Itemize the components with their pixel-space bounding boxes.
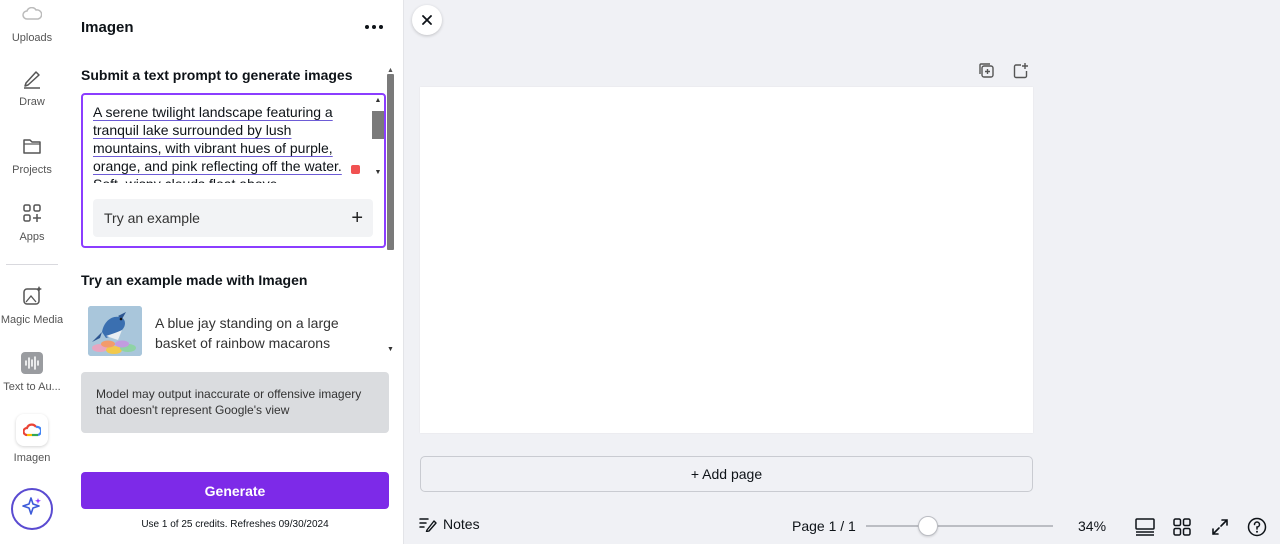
page-view-icon [1135, 518, 1155, 536]
side-navigation-rail: Uploads Draw Projects Apps Magic Media T… [0, 0, 64, 544]
rail-divider [6, 264, 58, 265]
prompt-scroll-up-arrow[interactable]: ▲ [372, 97, 384, 104]
rail-item-imagen[interactable]: Imagen [0, 414, 64, 464]
audio-wave-icon [20, 351, 44, 375]
close-icon [422, 15, 432, 25]
grid-view-icon [1173, 518, 1191, 536]
rail-item-uploads[interactable]: Uploads [0, 2, 64, 44]
fullscreen-icon [1212, 519, 1228, 535]
zoom-percentage[interactable]: 34% [1078, 518, 1106, 534]
notes-button[interactable]: Notes [419, 516, 480, 532]
rail-item-label: Magic Media [0, 314, 64, 326]
panel-title: Imagen [81, 19, 134, 36]
example-thumbnail [88, 306, 142, 356]
try-example-label: Try an example [104, 210, 200, 226]
try-example-button[interactable]: Try an example + [93, 199, 373, 237]
model-disclaimer: Model may output inaccurate or offensive… [81, 372, 389, 433]
prompt-heading: Submit a text prompt to generate images [81, 67, 353, 83]
bottom-toolbar: Notes Page 1 / 1 34% [404, 508, 1280, 544]
imagen-panel: Imagen Submit a text prompt to generate … [64, 0, 404, 544]
example-card[interactable]: A blue jay standing on a large basket of… [88, 306, 378, 358]
rail-item-label: Projects [12, 164, 52, 176]
more-dots-icon [365, 25, 369, 29]
help-icon [1247, 517, 1267, 537]
page-view-button[interactable] [1134, 516, 1156, 538]
prompt-textarea[interactable]: A serene twilight landscape featuring a … [81, 93, 386, 248]
notes-icon [419, 518, 437, 532]
close-panel-button[interactable] [412, 5, 442, 35]
zoom-slider-track[interactable] [866, 525, 1053, 527]
prompt-scroll-down-arrow[interactable]: ▼ [372, 169, 384, 176]
examples-scroll-down-arrow[interactable]: ▼ [387, 346, 394, 353]
prompt-scroll-thumb[interactable] [372, 111, 384, 139]
sparkle-icon [21, 496, 43, 523]
more-options-button[interactable] [362, 16, 386, 38]
notes-label: Notes [443, 516, 480, 532]
rail-item-label: Text to Au... [3, 381, 61, 393]
prompt-scrollbar[interactable]: ▲ ▼ [370, 95, 384, 185]
magic-assistant-button[interactable] [11, 488, 53, 530]
folder-icon [20, 134, 44, 158]
help-button[interactable] [1246, 516, 1268, 538]
rail-item-text-to-audio[interactable]: Text to Au... [0, 351, 64, 393]
grammar-marker [351, 165, 360, 174]
rail-item-projects[interactable]: Projects [0, 134, 64, 176]
rail-item-label: Imagen [13, 452, 51, 464]
plus-icon: + [351, 207, 363, 229]
pen-icon [20, 66, 44, 90]
rail-item-draw[interactable]: Draw [0, 66, 64, 108]
rail-item-label: Uploads [11, 32, 53, 44]
add-page-top-button[interactable] [1011, 61, 1029, 79]
design-page[interactable] [420, 87, 1033, 433]
rail-item-magic-media[interactable]: Magic Media [0, 284, 64, 326]
panel-scrollbar[interactable] [387, 74, 394, 250]
zoom-slider-knob[interactable] [918, 516, 938, 536]
add-page-button[interactable]: + Add page [420, 456, 1033, 492]
cloud-upload-icon [20, 2, 44, 26]
apps-grid-icon [20, 201, 44, 225]
rail-item-label: Draw [19, 96, 45, 108]
generate-button[interactable]: Generate [81, 472, 389, 509]
credits-info: Use 1 of 25 credits. Refreshes 09/30/202… [141, 519, 329, 530]
google-cloud-icon [16, 414, 48, 446]
example-caption: A blue jay standing on a large basket of… [155, 315, 339, 351]
magic-media-icon [20, 284, 44, 308]
add-page-icon [1013, 62, 1028, 78]
fullscreen-button[interactable] [1209, 516, 1231, 538]
rail-item-label: Apps [19, 231, 45, 243]
duplicate-icon [978, 62, 994, 78]
page-indicator[interactable]: Page 1 / 1 [792, 518, 856, 534]
prompt-text[interactable]: A serene twilight landscape featuring a … [93, 103, 353, 183]
duplicate-page-button[interactable] [977, 61, 995, 79]
rail-item-apps[interactable]: Apps [0, 201, 64, 243]
grid-view-button[interactable] [1171, 516, 1193, 538]
examples-heading: Try an example made with Imagen [81, 272, 308, 288]
